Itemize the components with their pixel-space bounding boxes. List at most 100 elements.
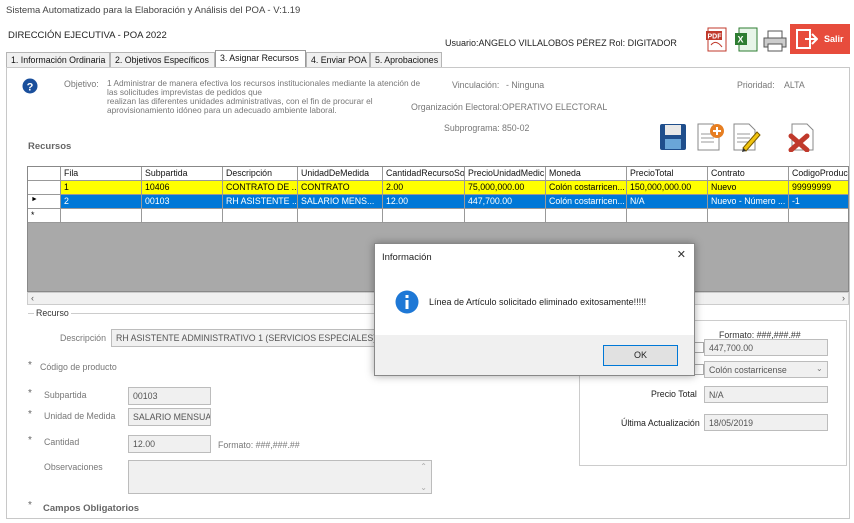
edit-document-icon[interactable]	[731, 122, 761, 152]
column-header[interactable]: PrecioUnidadMedic	[465, 167, 546, 181]
exit-button[interactable]: Salir	[790, 24, 850, 54]
table-row[interactable]: 1 10406 CONTRATO DE ... CONTRATO 2.00 75…	[28, 181, 848, 195]
grid-header-row: Fila Subpartida Descripción UnidadDeMedi…	[28, 167, 848, 181]
table-cell[interactable]: 10406	[142, 181, 223, 195]
table-cell[interactable]	[61, 209, 142, 223]
unidad-label: Unidad de Medida	[44, 411, 116, 421]
subpartida-label: Subpartida	[44, 390, 87, 400]
save-icon[interactable]	[659, 122, 687, 152]
column-header[interactable]: Moneda	[546, 167, 627, 181]
delete-document-icon[interactable]	[787, 122, 815, 153]
exit-label: Salir	[824, 34, 844, 44]
svg-text:PDF: PDF	[708, 34, 723, 41]
column-header[interactable]: Contrato	[708, 167, 789, 181]
svg-text:?: ?	[27, 82, 34, 94]
unidad-field[interactable]: SALARIO MENSUAI	[128, 408, 211, 426]
table-cell[interactable]: -1	[789, 195, 848, 209]
chevron-down-icon[interactable]: ⌄	[816, 364, 823, 373]
table-cell[interactable]: N/A	[627, 195, 708, 209]
row-header[interactable]: *	[28, 209, 61, 223]
tab-informacion-ordinaria[interactable]: 1. Información Ordinaria	[6, 52, 110, 68]
scroll-right-icon[interactable]: ›	[842, 293, 845, 303]
moneda-select[interactable]: Colón costarricense	[704, 361, 828, 378]
table-cell[interactable]	[298, 209, 383, 223]
column-header[interactable]: Subpartida	[142, 167, 223, 181]
cantidad-label: Cantidad	[44, 437, 80, 447]
table-cell[interactable]	[465, 209, 546, 223]
user-info: Usuario:ANGELO VILLALOBOS PÉREZ Rol: DIG…	[445, 38, 677, 48]
cantidad-field[interactable]: 12.00	[128, 435, 211, 453]
precio-unidad-field[interactable]: 447,700.00	[704, 339, 828, 356]
dialog-message: Línea de Artículo solicitado eliminado e…	[429, 297, 647, 307]
grid-corner	[28, 167, 61, 181]
table-cell[interactable]	[708, 209, 789, 223]
table-cell[interactable]: 150,000,000.00	[627, 181, 708, 195]
prioridad-value: ALTA	[784, 80, 805, 90]
cantidad-formato: Formato: ###,###.##	[218, 440, 300, 450]
svg-text:X: X	[738, 35, 744, 45]
new-row[interactable]: *	[28, 209, 848, 223]
required-marker: *	[28, 435, 32, 446]
ultima-actualizacion-field[interactable]: 18/05/2019	[704, 414, 828, 431]
table-cell[interactable]: Colón costarricen...	[546, 195, 627, 209]
column-header[interactable]: PrecioTotal	[627, 167, 708, 181]
observaciones-label: Observaciones	[44, 462, 103, 472]
observaciones-textarea[interactable]: ⌃ ⌄	[128, 460, 432, 494]
pdf-export-icon[interactable]: PDF	[706, 27, 730, 53]
precio-total-label: Precio Total	[651, 389, 697, 399]
table-cell[interactable]	[142, 209, 223, 223]
info-dialog: Información ✕ Línea de Artículo solicita…	[374, 243, 695, 376]
table-cell[interactable]	[223, 209, 298, 223]
table-cell[interactable]: 99999999	[789, 181, 848, 195]
column-header[interactable]: UnidadDeMedida	[298, 167, 383, 181]
excel-export-icon[interactable]: X	[735, 27, 759, 53]
close-icon[interactable]: ✕	[677, 248, 686, 261]
column-header[interactable]: CodigoProduc	[789, 167, 848, 181]
table-cell[interactable]: 447,700.00	[465, 195, 546, 209]
descripcion-field[interactable]: RH ASISTENTE ADMINISTRATIVO 1 (SERVICIOS…	[111, 329, 375, 347]
vinculacion-value: - Ninguna	[506, 80, 545, 90]
scroll-down-icon[interactable]: ⌄	[420, 483, 427, 492]
table-cell[interactable]	[546, 209, 627, 223]
row-header[interactable]	[28, 181, 61, 195]
subpartida-field[interactable]: 00103	[128, 387, 211, 405]
ultima-actualizacion-label: Última Actualización	[621, 418, 700, 428]
table-cell[interactable]: 1	[61, 181, 142, 195]
table-cell[interactable]: CONTRATO DE ...	[223, 181, 298, 195]
table-cell[interactable]	[383, 209, 465, 223]
scroll-left-icon[interactable]: ‹	[31, 293, 34, 303]
table-cell[interactable]: Colón costarricen...	[546, 181, 627, 195]
table-cell[interactable]: 00103	[142, 195, 223, 209]
required-marker: *	[28, 360, 32, 371]
table-cell[interactable]	[789, 209, 848, 223]
tab-enviar-poa[interactable]: 4. Enviar POA	[306, 52, 370, 68]
tab-objetivos-especificos[interactable]: 2. Objetivos Específicos	[110, 52, 215, 68]
unit-title: DIRECCIÓN EJECUTIVA - POA 2022	[8, 30, 167, 41]
table-cell[interactable]	[627, 209, 708, 223]
required-marker: *	[28, 388, 32, 399]
column-header[interactable]: Fila	[61, 167, 142, 181]
table-cell[interactable]: 2.00	[383, 181, 465, 195]
table-row[interactable]: ► 2 00103 RH ASISTENTE ... SALARIO MENS.…	[28, 195, 848, 209]
row-header[interactable]: ►	[28, 195, 61, 209]
new-document-icon[interactable]	[695, 122, 724, 152]
table-cell[interactable]: Nuevo	[708, 181, 789, 195]
table-cell[interactable]: CONTRATO	[298, 181, 383, 195]
scroll-up-icon[interactable]: ⌃	[420, 462, 427, 471]
column-header[interactable]: CantidadRecursoSo	[383, 167, 465, 181]
precio-total-field[interactable]: N/A	[704, 386, 828, 403]
table-cell[interactable]: 75,000,000.00	[465, 181, 546, 195]
print-icon[interactable]	[762, 29, 788, 53]
column-header[interactable]: Descripción	[223, 167, 298, 181]
tab-asignar-recursos[interactable]: 3. Asignar Recursos	[215, 50, 306, 68]
tab-aprobaciones[interactable]: 5. Aprobaciones	[370, 52, 442, 68]
descripcion-label: Descripción	[60, 333, 106, 343]
table-cell[interactable]: 12.00	[383, 195, 465, 209]
help-icon[interactable]: ?	[22, 78, 38, 94]
table-cell[interactable]: Nuevo - Número ...	[708, 195, 789, 209]
table-cell[interactable]: RH ASISTENTE ...	[223, 195, 298, 209]
table-cell[interactable]: 2	[61, 195, 142, 209]
dialog-footer: OK	[375, 335, 694, 375]
table-cell[interactable]: SALARIO MENS...	[298, 195, 383, 209]
ok-button[interactable]: OK	[603, 345, 678, 366]
